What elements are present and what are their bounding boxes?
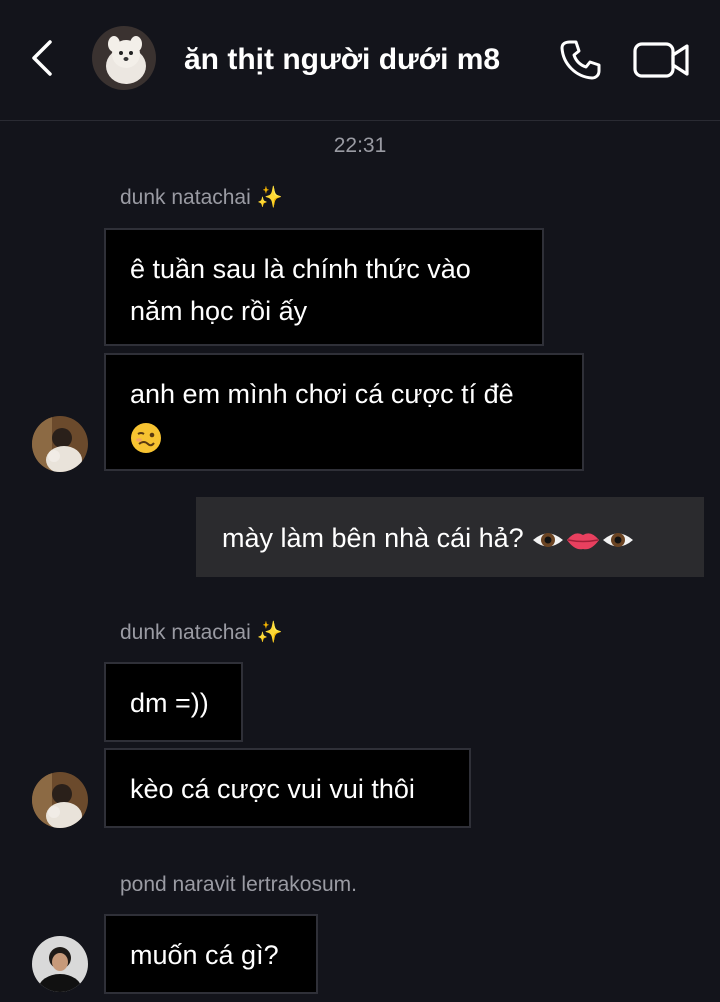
sender-name: pond naravit lertrakosum. [120,873,357,896]
dog-photo-avatar [92,26,156,90]
message-bubble[interactable]: dm =)) [104,662,243,742]
message-text: dm =)) [130,688,209,718]
message-text: mày làm bên nhà cái hả? [222,523,524,553]
message-text: muốn cá gì? [130,940,279,970]
sender-name: dunk natachai ✨ [120,186,283,209]
video-call-button[interactable] [632,36,692,84]
chat-title[interactable]: ăn thịt người dưới m8 [184,40,500,80]
user-photo-avatar [32,772,88,828]
voice-call-button[interactable] [556,36,604,84]
user-photo-avatar [32,416,88,472]
eye-icon [533,532,564,547]
sender-name: dunk natachai ✨ [120,621,283,644]
sender-avatar[interactable] [32,772,88,828]
message-text: kèo cá cược vui vui thôi [130,774,415,804]
message-bubble[interactable]: kèo cá cược vui vui thôi [104,748,471,828]
back-button[interactable] [22,36,62,80]
chevron-left-icon [32,40,52,76]
lips-icon [567,533,600,550]
message-bubble[interactable]: muốn cá gì? [104,914,318,994]
video-camera-icon [633,42,689,78]
phone-icon [560,40,601,80]
eye-icon [603,532,634,547]
group-avatar[interactable] [92,26,156,90]
chat-header: ăn thịt người dưới m8 [0,0,720,121]
message-text: anh em mình chơi cá cược tí đê [130,379,514,409]
sender-avatar[interactable] [32,416,88,472]
message-bubble[interactable]: anh em mình chơi cá cược tí đê [104,353,584,471]
message-text: ê tuần sau là chính thức vào năm học rồi… [130,254,471,326]
woozy-face-icon [131,422,161,453]
message-bubble[interactable]: ê tuần sau là chính thức vào năm học rồi… [104,228,544,346]
outgoing-message-bubble[interactable]: mày làm bên nhà cái hả? [196,497,704,577]
user-photo-avatar [32,936,88,992]
sender-avatar[interactable] [32,936,88,992]
message-timestamp: 22:31 [333,134,387,157]
